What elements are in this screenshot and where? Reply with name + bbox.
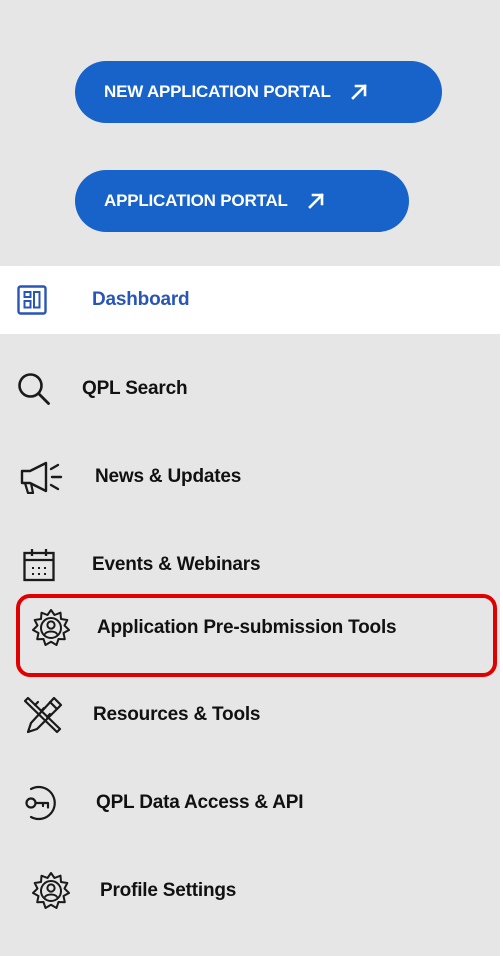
sidebar: NEW APPLICATION PORTAL APPLICATION PORTA…: [0, 0, 500, 956]
new-application-portal-label: NEW APPLICATION PORTAL: [104, 82, 331, 101]
nav-label-dashboard: Dashboard: [92, 289, 190, 310]
nav-item-data-access-api[interactable]: QPL Data Access & API: [0, 773, 500, 833]
nav-item-resources-tools[interactable]: Resources & Tools: [0, 685, 500, 745]
nav-label-data-access-api: QPL Data Access & API: [96, 792, 304, 813]
nav-label-events-webinars: Events & Webinars: [92, 554, 261, 575]
megaphone-icon: [19, 460, 65, 494]
nav-label-qpl-search: QPL Search: [82, 378, 188, 399]
nav-item-profile-settings[interactable]: Profile Settings: [0, 861, 500, 921]
arrow-up-right-icon: [350, 83, 368, 101]
gear-user-icon: [31, 871, 71, 911]
arrow-up-right-icon: [307, 192, 325, 210]
nav-item-dashboard[interactable]: Dashboard: [0, 270, 500, 330]
nav-label-resources-tools: Resources & Tools: [93, 704, 261, 725]
application-portal-button[interactable]: APPLICATION PORTAL: [75, 170, 409, 232]
new-application-portal-button[interactable]: NEW APPLICATION PORTAL: [75, 61, 442, 123]
nav-label-news-updates: News & Updates: [95, 466, 242, 487]
pencil-ruler-icon: [24, 696, 64, 734]
nav-item-events-webinars[interactable]: Events & Webinars: [0, 535, 500, 595]
key-icon: [22, 784, 60, 822]
nav-item-qpl-search[interactable]: QPL Search: [0, 359, 500, 419]
highlight-annotation-box: [16, 594, 497, 677]
nav-label-profile-settings: Profile Settings: [100, 880, 237, 901]
application-portal-label: APPLICATION PORTAL: [104, 191, 288, 210]
nav-item-news-updates[interactable]: News & Updates: [0, 447, 500, 507]
search-icon: [17, 372, 51, 406]
calendar-icon: [23, 548, 55, 582]
dashboard-grid-icon: [17, 285, 47, 315]
